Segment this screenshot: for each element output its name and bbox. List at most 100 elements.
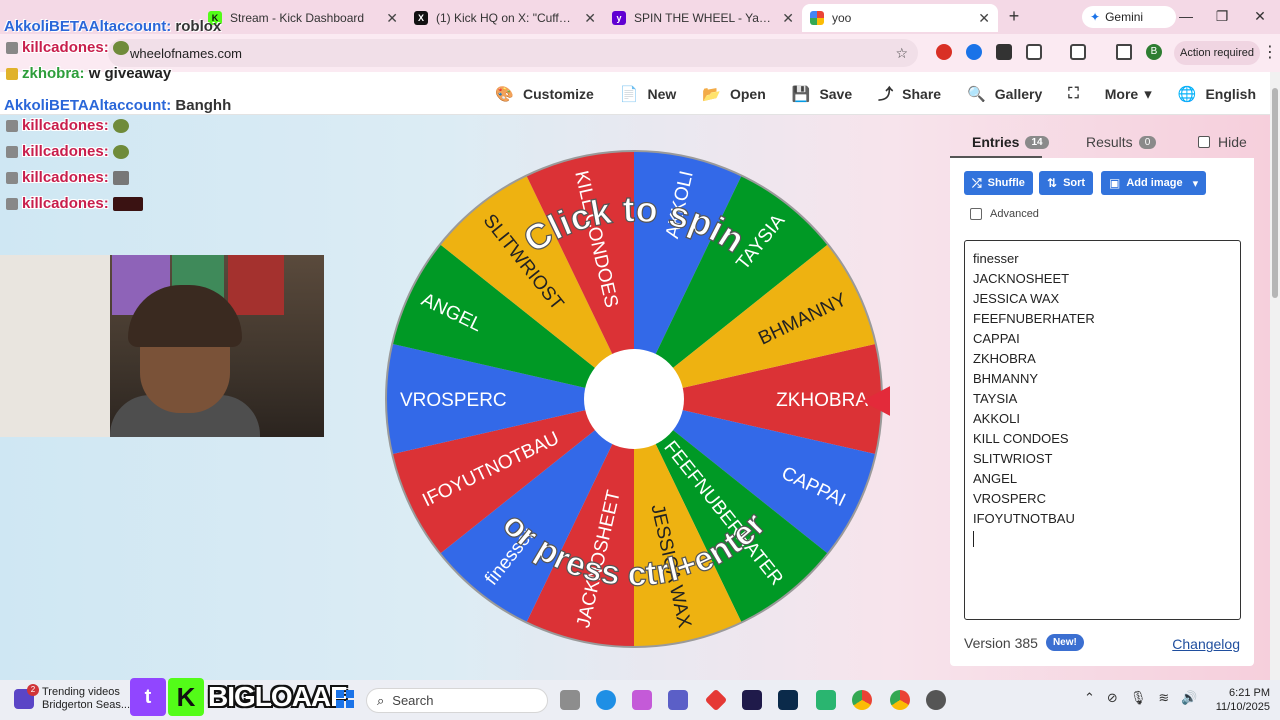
close-icon[interactable]: ✕ (386, 10, 398, 27)
notification-badge: 2 (27, 684, 39, 696)
badge-icon (6, 172, 18, 185)
profile-avatar[interactable]: B (1146, 44, 1162, 60)
gemini-button[interactable]: ✦ Gemini (1082, 6, 1176, 28)
wifi-icon[interactable]: ≋ (1158, 690, 1169, 706)
advanced-checkbox[interactable] (970, 208, 982, 220)
fullscreen-button[interactable]: ⛶ (1068, 85, 1079, 102)
search-icon: 🔍 (967, 85, 986, 103)
sort-button[interactable]: ⇅ Sort (1039, 171, 1094, 195)
hide-toggle[interactable]: Hide (1198, 134, 1247, 150)
scrollbar-thumb[interactable] (1272, 88, 1278, 298)
badge-icon (6, 120, 18, 133)
tab-results-label: Results (1086, 134, 1133, 150)
premiere-pro-icon[interactable] (742, 690, 762, 710)
entries-count-badge: 14 (1025, 135, 1049, 149)
text-caret (973, 531, 974, 547)
windows-start-icon[interactable] (336, 690, 354, 708)
copilot-icon[interactable] (632, 690, 652, 710)
new-badge: New! (1045, 634, 1084, 651)
chevron-up-icon[interactable]: ⌃ (1084, 690, 1095, 706)
changelog-link[interactable]: Changelog (1172, 636, 1240, 652)
customize-button[interactable]: 🎨 Customize (495, 85, 593, 103)
share-button[interactable]: ⤴ Share (878, 83, 941, 104)
hide-label: Hide (1218, 134, 1247, 150)
chat-message: zkhobra: w giveaway (6, 65, 171, 82)
minimize-button[interactable]: — (1176, 8, 1196, 24)
search-icon: ⌕ (377, 692, 385, 708)
advanced-toggle[interactable]: Advanced (970, 208, 1039, 220)
sort-label: Sort (1063, 177, 1086, 189)
new-button[interactable]: 📄 New (620, 85, 676, 103)
folder-open-icon: 📂 (702, 85, 721, 103)
page-scrollbar[interactable] (1270, 72, 1280, 680)
action-required-button[interactable]: Action required (1174, 41, 1260, 65)
entries-panel: Entries 14 Results 0 Hide ⤮ Shuffle ⇅ Sort… (950, 126, 1254, 666)
edge-icon[interactable] (596, 690, 616, 710)
save-button[interactable]: 💾 Save (792, 85, 852, 103)
more-menu-button[interactable]: More ▾ (1105, 85, 1152, 103)
chat-message: killcadones: (6, 195, 143, 212)
chat-text: Banghh (175, 97, 232, 114)
window-close-button[interactable]: ✕ (1250, 8, 1270, 25)
add-image-button[interactable]: ▣ Add image ▾ (1101, 171, 1207, 195)
shuffle-button[interactable]: ⤮ Shuffle (964, 171, 1033, 195)
system-clock[interactable]: 6:21 PM 11/10/2025 (1206, 686, 1270, 714)
tab-label: (1) Kick HQ on X: "Cuffem was l (436, 11, 576, 25)
chat-user: killcadones: (22, 169, 109, 186)
chrome-icon[interactable] (890, 690, 910, 710)
close-icon[interactable]: ✕ (584, 10, 596, 27)
wheel-center-hub[interactable] (584, 349, 684, 449)
entry-line: BHMANNY (973, 371, 1039, 386)
caret-down-icon: ▾ (1192, 177, 1199, 190)
app-icon[interactable] (816, 690, 836, 710)
gallery-button[interactable]: 🔍 Gallery (967, 85, 1042, 103)
tab-label: yoo (832, 11, 852, 25)
tab-results[interactable]: Results 0 (1086, 134, 1157, 150)
close-icon[interactable]: ✕ (978, 10, 990, 27)
tab-search-icon[interactable] (1070, 44, 1086, 60)
language-label: English (1205, 85, 1256, 102)
teams-icon[interactable] (668, 690, 688, 710)
extensions-puzzle-icon[interactable] (1026, 44, 1042, 60)
microphone-icon[interactable]: 🎙 (1130, 690, 1147, 706)
media-controls-icon[interactable] (1116, 44, 1132, 60)
tab-yahoo-search[interactable]: y SPIN THE WHEEL - Yahoo Searc ✕ (604, 4, 802, 32)
entry-line: CAPPAI (973, 331, 1020, 346)
news-widget[interactable]: 2 Trending videos Bridgerton Seas... (14, 684, 130, 712)
restore-button[interactable]: ❐ (1212, 8, 1232, 25)
open-button[interactable]: 📂 Open (702, 85, 765, 103)
extension-icon[interactable] (966, 44, 982, 60)
entry-line: ANGEL (973, 471, 1018, 486)
chat-user: AkkoliBETAAltaccount: (4, 97, 172, 114)
network-off-icon[interactable]: ⊘ (1107, 690, 1118, 706)
browser-menu-icon[interactable]: ⋮ (1262, 42, 1278, 62)
extension-icon[interactable] (996, 44, 1012, 60)
chrome-icon[interactable] (852, 690, 872, 710)
background-shelf (0, 255, 110, 437)
entry-line: IFOYUTNOTBAU (973, 511, 1075, 526)
system-tray: ⌃ ⊘ 🎙 ≋ 🔊 (1084, 690, 1197, 706)
tab-entries[interactable]: Entries 14 (972, 134, 1049, 150)
fullscreen-icon: ⛶ (1068, 85, 1079, 102)
language-button[interactable]: 🌐 English (1178, 85, 1256, 103)
share-label: Share (902, 85, 942, 102)
sort-icon: ⇅ (1047, 176, 1058, 190)
spin-wheel[interactable]: ZKHOBRACAPPAIFEEFNUBERHATERJESSICA WAXJA… (380, 145, 890, 655)
new-tab-button[interactable]: + (1004, 6, 1024, 27)
photoshop-icon[interactable] (778, 690, 798, 710)
entry-line: finesser (973, 251, 1019, 266)
hide-checkbox[interactable] (1198, 136, 1210, 148)
video-widget-icon: 2 (14, 684, 39, 709)
obs-icon[interactable] (926, 690, 946, 710)
volume-icon[interactable]: 🔊 (1181, 690, 1197, 706)
more-label: More (1104, 85, 1139, 102)
tab-kick-hq-x[interactable]: X (1) Kick HQ on X: "Cuffem was l ✕ (406, 4, 604, 32)
entries-textarea[interactable]: finesser JACKNOSHEET JESSICA WAX FEEFNUB… (964, 240, 1241, 620)
bookmark-star-icon[interactable]: ☆ (895, 45, 908, 62)
taskbar-search[interactable]: ⌕ Search (366, 688, 548, 713)
close-icon[interactable]: ✕ (782, 10, 794, 27)
customize-label: Customize (523, 85, 594, 102)
task-view-icon[interactable] (560, 690, 580, 710)
tab-yoo[interactable]: yoo ✕ (802, 4, 998, 32)
extension-icon[interactable] (936, 44, 952, 60)
